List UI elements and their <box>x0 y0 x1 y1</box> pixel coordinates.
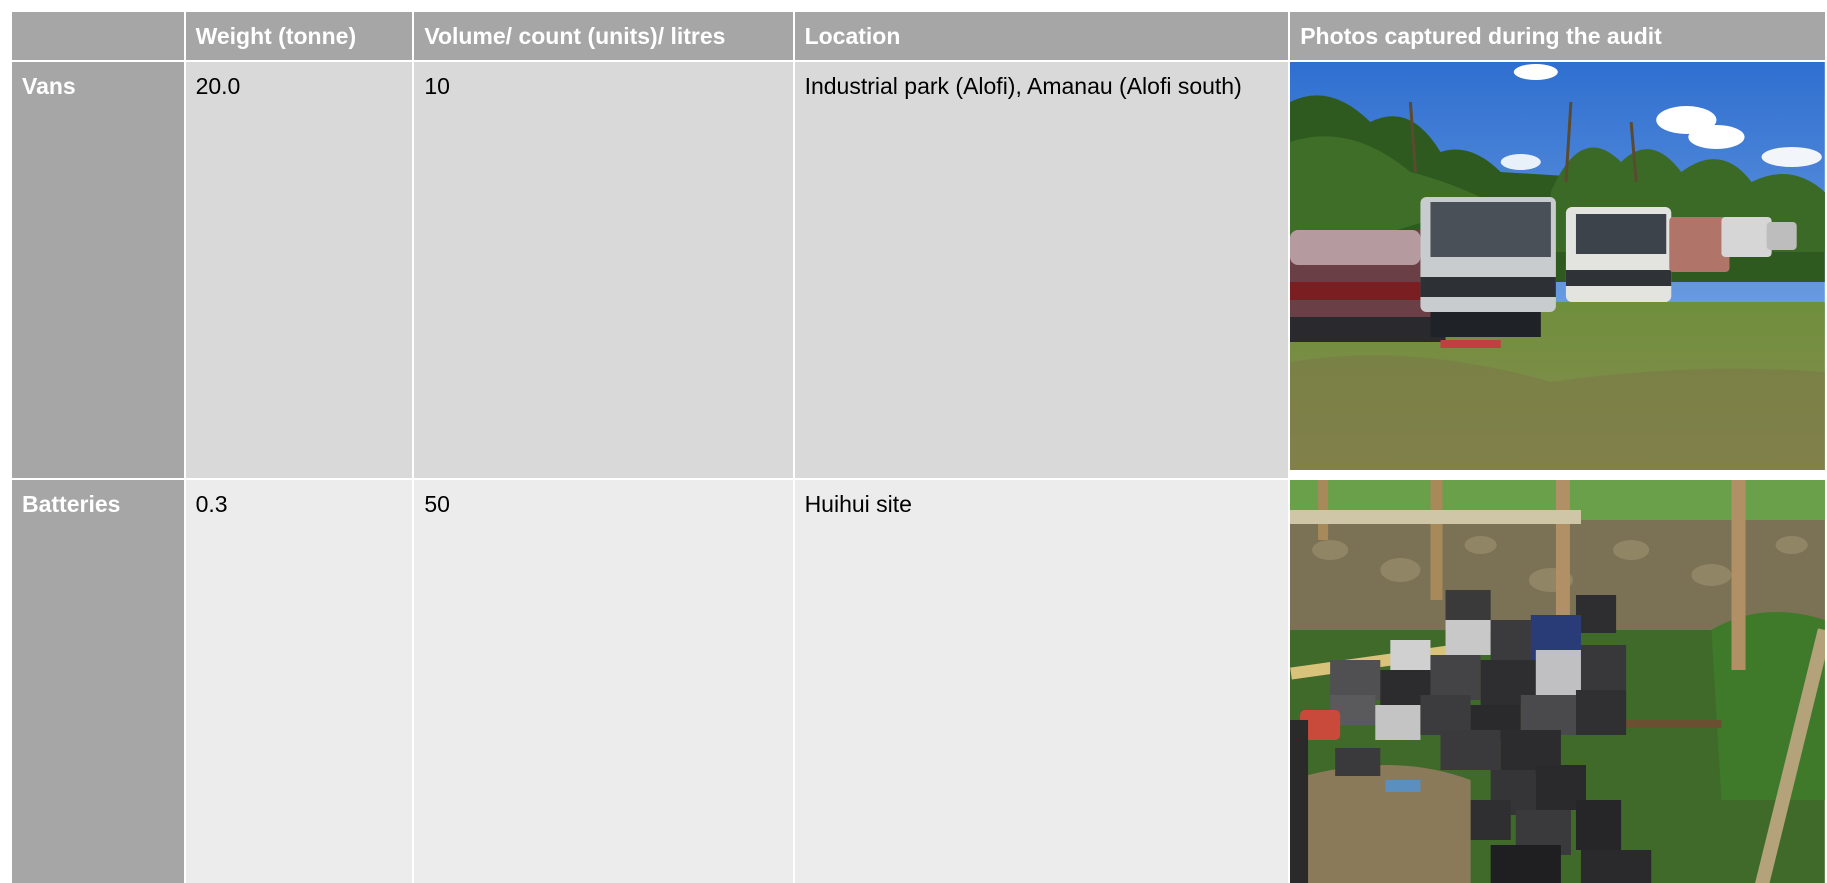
weight-cell: 0.3 <box>185 480 413 883</box>
photo-cell <box>1290 480 1825 883</box>
weight-cell: 20.0 <box>185 62 413 478</box>
table-row: Vans 20.0 10 Industrial park (Alofi), Am… <box>12 62 1825 478</box>
volume-cell: 10 <box>414 62 793 478</box>
batteries-photo-icon <box>1290 480 1825 883</box>
photo-cell <box>1290 62 1825 478</box>
row-label-vans: Vans <box>12 62 184 478</box>
row-label-batteries: Batteries <box>12 480 184 883</box>
header-weight: Weight (tonne) <box>185 12 413 60</box>
document-page: Weight (tonne) Volume/ count (units)/ li… <box>0 0 1827 883</box>
header-volume: Volume/ count (units)/ litres <box>414 12 793 60</box>
waste-audit-table: Weight (tonne) Volume/ count (units)/ li… <box>10 10 1827 883</box>
table-row: Batteries 0.3 50 Huihui site <box>12 480 1825 883</box>
header-location: Location <box>794 12 1289 60</box>
header-row: Weight (tonne) Volume/ count (units)/ li… <box>12 12 1825 60</box>
header-blank <box>12 12 184 60</box>
location-cell: Industrial park (Alofi), Amanau (Alofi s… <box>794 62 1289 478</box>
location-cell: Huihui site <box>794 480 1289 883</box>
vehicles-photo-icon <box>1290 62 1825 470</box>
volume-cell: 50 <box>414 480 793 883</box>
header-photos: Photos captured during the audit <box>1290 12 1825 60</box>
